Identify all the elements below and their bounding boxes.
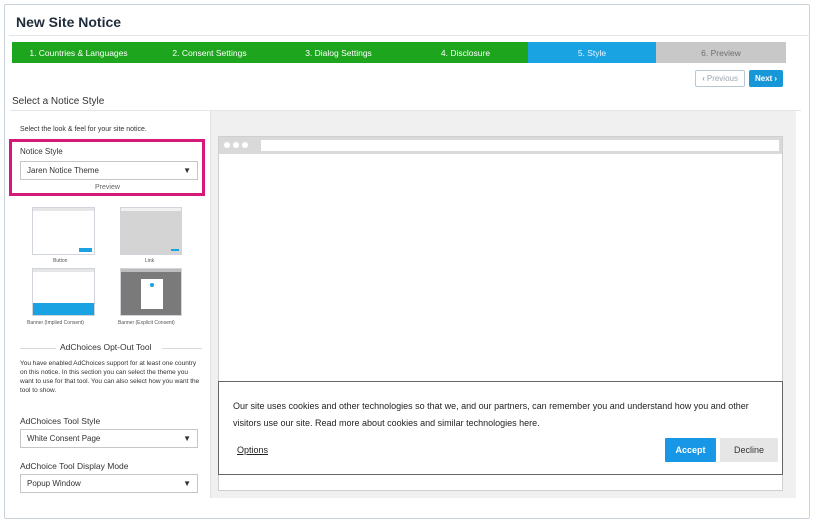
step-label: 6. Preview	[701, 47, 741, 58]
step-preview[interactable]: 6. Preview	[656, 42, 786, 63]
page-title: New Site Notice	[16, 14, 122, 30]
decline-button[interactable]: Decline	[720, 438, 778, 462]
divider	[20, 348, 56, 349]
accept-button[interactable]: Accept	[665, 438, 716, 462]
thumb-banner-shape	[33, 303, 94, 315]
thumb-bar	[121, 269, 181, 272]
dropdown-arrow-icon: ▼	[183, 434, 191, 443]
dropdown-arrow-icon: ▼	[183, 479, 191, 488]
options-link[interactable]: Options	[237, 445, 268, 455]
adchoices-tool-style-label: AdChoices Tool Style	[20, 416, 101, 426]
adchoices-description: You have enabled AdChoices support for a…	[20, 360, 200, 394]
preview-label: Preview	[95, 184, 120, 191]
adchoices-title: AdChoices Opt-Out Tool	[60, 342, 152, 352]
section-description: Select the look & feel for your site not…	[20, 126, 147, 133]
style-thumbnail-banner-explicit[interactable]	[120, 268, 182, 316]
thumbnail-caption: Banner (Implied Consent)	[27, 320, 84, 326]
step-label: 2. Consent Settings	[172, 47, 247, 58]
step-label: 5. Style	[577, 47, 607, 58]
adchoices-display-mode-label: AdChoice Tool Display Mode	[20, 461, 129, 471]
step-disclosure[interactable]: 4. Disclosure	[403, 42, 528, 63]
adchoices-tool-style-value: White Consent Page	[27, 434, 101, 443]
chevron-left-icon: ‹	[702, 74, 705, 83]
next-label: Next	[754, 74, 773, 83]
previous-label: Previous	[706, 74, 738, 83]
window-dot-icon	[233, 142, 239, 148]
thumbnail-caption: Banner (Explicit Consent)	[118, 320, 175, 326]
step-countries-languages[interactable]: 1. Countries & Languages	[12, 42, 145, 63]
thumb-modal-dot	[150, 283, 154, 287]
wizard-steps: 1. Countries & Languages 2. Consent Sett…	[12, 42, 786, 63]
step-consent-settings[interactable]: 2. Consent Settings	[145, 42, 274, 63]
thumbnail-caption: Button	[53, 258, 68, 264]
previous-button[interactable]: ‹ Previous	[695, 70, 745, 87]
style-thumbnail-button[interactable]	[32, 207, 95, 255]
section-title: Select a Notice Style	[12, 96, 105, 107]
adchoices-tool-style-select[interactable]: White Consent Page ▼	[20, 429, 198, 448]
chevron-right-icon: ›	[774, 74, 777, 83]
adchoices-display-mode-value: Popup Window	[27, 479, 81, 488]
step-label: 4. Disclosure	[440, 47, 491, 58]
notice-text: Our site uses cookies and other technolo…	[233, 401, 749, 428]
window-dot-icon	[242, 142, 248, 148]
dropdown-arrow-icon: ▼	[183, 166, 191, 175]
notice-style-value: Jaren Notice Theme	[27, 166, 99, 175]
thumb-button-shape	[79, 248, 92, 252]
thumb-bar	[121, 208, 181, 211]
browser-bar	[219, 137, 782, 154]
thumb-bar	[33, 208, 94, 211]
style-thumbnail-link[interactable]	[120, 207, 182, 255]
step-dialog-settings[interactable]: 3. Dialog Settings	[274, 42, 403, 63]
cookie-notice-preview: Our site uses cookies and other technolo…	[218, 381, 783, 475]
step-style[interactable]: 5. Style	[528, 42, 656, 63]
url-bar	[261, 140, 779, 151]
thumb-link-shape	[171, 249, 179, 251]
divider	[162, 348, 202, 349]
step-label: 1. Countries & Languages	[29, 47, 128, 58]
divider	[9, 35, 810, 36]
adchoices-display-mode-select[interactable]: Popup Window ▼	[20, 474, 198, 493]
notice-style-select[interactable]: Jaren Notice Theme ▼	[20, 161, 198, 180]
thumbnail-caption: Link	[145, 258, 155, 264]
notice-style-label: Notice Style	[20, 147, 63, 156]
next-button[interactable]: Next ›	[748, 70, 783, 87]
step-label: 3. Dialog Settings	[305, 47, 372, 58]
window-dot-icon	[224, 142, 230, 148]
wizard-nav: ‹ Previous Next ›	[695, 70, 783, 87]
thumb-bar	[33, 269, 94, 272]
style-thumbnail-banner-implied[interactable]	[32, 268, 95, 316]
